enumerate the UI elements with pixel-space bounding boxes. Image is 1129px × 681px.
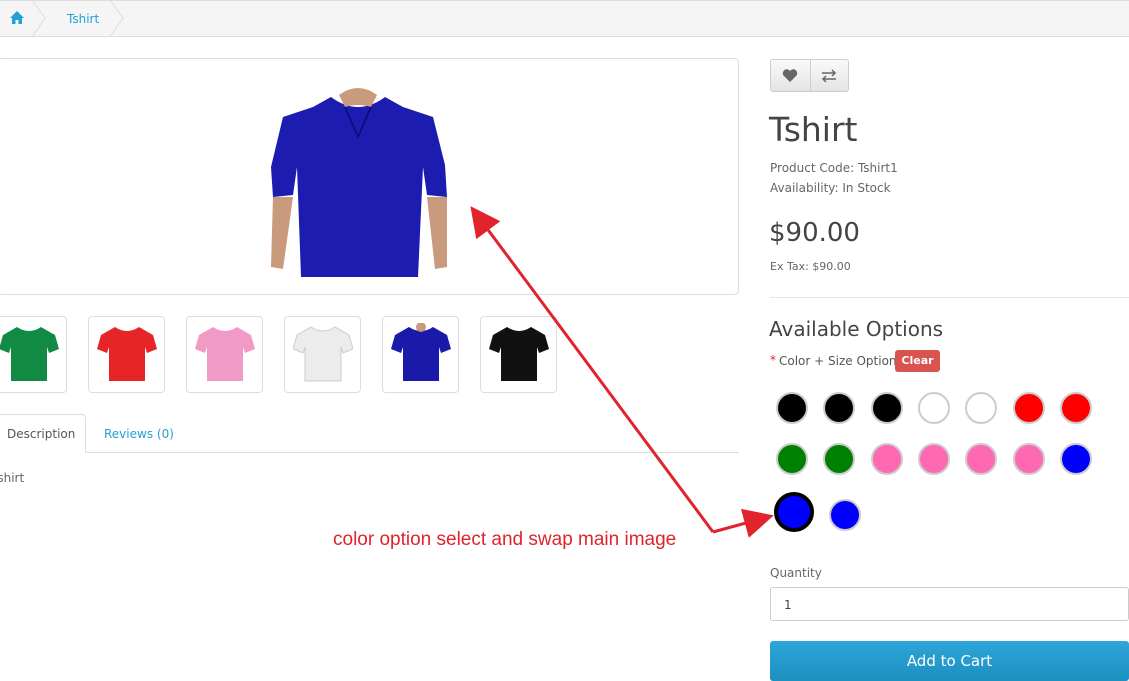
color-swatch[interactable] (1059, 392, 1092, 424)
required-mark: * (770, 353, 776, 367)
color-swatch[interactable] (1012, 392, 1045, 424)
color-swatch[interactable] (870, 443, 903, 475)
description-text: Tshirt (0, 471, 25, 485)
color-swatch[interactable] (870, 392, 903, 424)
quantity-label: Quantity (770, 566, 822, 580)
tabs-divider (0, 452, 739, 453)
product-image-blue-polo (271, 88, 447, 277)
tab-description[interactable]: Description (0, 414, 86, 453)
color-swatch[interactable] (774, 492, 814, 532)
divider (770, 297, 1129, 298)
product-code: Product Code: Tshirt1 (770, 161, 898, 175)
option-label: Color + Size Option (779, 354, 897, 368)
thumbnail-black[interactable] (480, 316, 557, 393)
add-to-cart-button[interactable]: Add to Cart (770, 641, 1129, 681)
color-swatch[interactable] (917, 443, 950, 475)
compare-button[interactable] (810, 60, 848, 91)
color-swatch[interactable] (829, 499, 861, 531)
color-swatch[interactable] (917, 392, 950, 424)
tshirt-thumb (391, 323, 451, 381)
wishlist-button[interactable] (771, 60, 811, 91)
color-swatch[interactable] (965, 392, 998, 424)
options-heading: Available Options (769, 317, 944, 341)
tshirt-thumb (293, 326, 353, 382)
thumbnail-blue[interactable] (382, 316, 459, 393)
ex-tax-price: Ex Tax: $90.00 (770, 260, 851, 273)
tab-reviews[interactable]: Reviews (0) (104, 427, 174, 441)
breadcrumb-link-tshirt[interactable]: Tshirt (67, 12, 99, 26)
breadcrumb: Tshirt (0, 0, 1129, 38)
quantity-input[interactable]: 1 (770, 587, 1129, 621)
home-icon[interactable] (9, 10, 25, 26)
color-swatch[interactable] (776, 392, 808, 424)
heart-icon (782, 69, 798, 82)
breadcrumb-separator (32, 0, 46, 38)
wishlist-compare-group (770, 59, 849, 92)
thumbnail-pink[interactable] (186, 316, 263, 393)
color-swatch[interactable] (1012, 443, 1045, 475)
product-title: Tshirt (769, 110, 858, 149)
product-price: $90.00 (769, 218, 860, 248)
color-swatch[interactable] (776, 443, 808, 475)
tshirt-thumb (195, 327, 255, 381)
thumbnail-green[interactable] (0, 316, 67, 393)
annotation-text: color option select and swap main image (333, 529, 677, 550)
thumbnail-red[interactable] (88, 316, 165, 393)
color-swatch[interactable] (823, 392, 856, 424)
tshirt-thumb (489, 327, 549, 381)
color-swatch[interactable] (965, 443, 998, 475)
availability: Availability: In Stock (770, 181, 891, 195)
clear-option-button[interactable]: Clear (895, 350, 940, 372)
thumbnail-white[interactable] (284, 316, 361, 393)
main-product-image[interactable] (0, 58, 739, 295)
compare-icon (821, 69, 837, 83)
tshirt-thumb (0, 327, 59, 381)
color-swatch[interactable] (823, 443, 856, 475)
tshirt-thumb (97, 327, 157, 381)
breadcrumb-separator (110, 0, 124, 38)
color-swatch[interactable] (1059, 443, 1092, 475)
